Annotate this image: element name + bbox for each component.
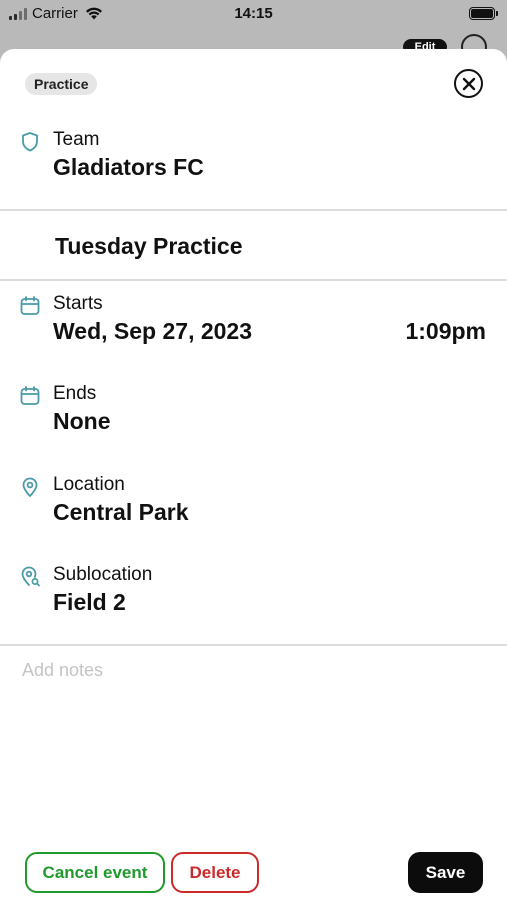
cancel-event-button[interactable]: Cancel event [25, 852, 165, 893]
map-pin-search-icon [21, 566, 40, 587]
status-bar: Carrier 14:15 [0, 0, 507, 30]
notes-input[interactable]: Add notes [22, 660, 103, 681]
location-field[interactable]: Location Central Park [0, 474, 507, 534]
starts-label: Starts [53, 293, 103, 314]
close-icon [462, 77, 475, 90]
sublocation-field[interactable]: Sublocation Field 2 [0, 564, 507, 624]
starts-time[interactable]: 1:09pm [405, 318, 486, 345]
team-field[interactable]: Team Gladiators FC [0, 129, 507, 189]
location-label: Location [53, 474, 125, 495]
divider [0, 644, 507, 646]
ends-field[interactable]: Ends None [0, 383, 507, 443]
divider [0, 209, 507, 211]
divider [0, 279, 507, 281]
event-type-badge: Practice [25, 73, 98, 95]
map-pin-icon [22, 477, 38, 497]
ends-label: Ends [53, 383, 97, 404]
delete-button[interactable]: Delete [171, 852, 259, 893]
sublocation-label: Sublocation [53, 564, 153, 585]
event-sheet: Practice Team Gladiators FC Tuesday Prac… [0, 49, 507, 900]
starts-date[interactable]: Wed, Sep 27, 2023 [53, 318, 252, 345]
shield-icon [22, 132, 38, 152]
starts-field[interactable]: Starts Wed, Sep 27, 2023 1:09pm [0, 293, 507, 353]
battery-icon [469, 7, 498, 20]
team-label: Team [53, 129, 100, 150]
ends-value: None [53, 408, 111, 434]
sublocation-value: Field 2 [53, 589, 126, 615]
status-time: 14:15 [234, 5, 273, 22]
team-value: Gladiators FC [53, 154, 204, 180]
close-button[interactable] [454, 69, 483, 98]
event-title[interactable]: Tuesday Practice [55, 233, 243, 260]
save-button[interactable]: Save [408, 852, 483, 893]
calendar-icon [20, 386, 40, 405]
location-value: Central Park [53, 499, 189, 525]
calendar-icon [20, 296, 40, 315]
